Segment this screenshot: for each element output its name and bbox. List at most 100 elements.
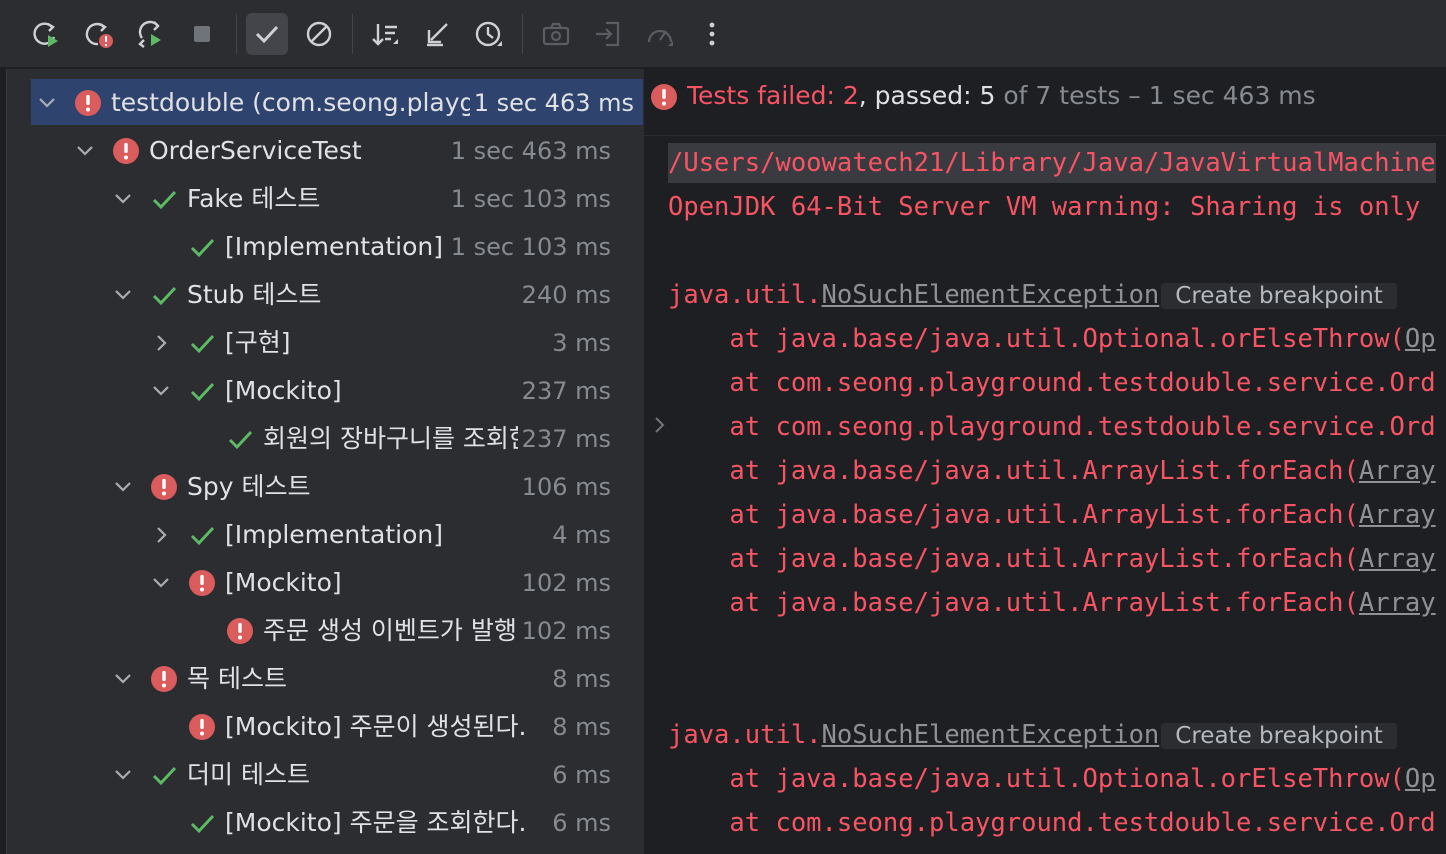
tree-row-duration: 1 sec 463 ms <box>446 134 611 168</box>
chevron-down-icon[interactable] <box>111 667 135 691</box>
sort-alphabetically-icon <box>372 24 398 46</box>
error-icon <box>188 569 216 597</box>
show-passed-button[interactable] <box>246 13 288 55</box>
chevron-down-icon[interactable] <box>111 763 135 787</box>
check-icon <box>188 233 216 261</box>
source-link[interactable]: Op <box>1405 764 1436 794</box>
tree-row-duration: 1 sec 103 ms <box>446 182 611 216</box>
tree-row-duration: 240 ms <box>517 278 611 312</box>
chevron-down-icon[interactable] <box>73 139 97 163</box>
more-options-button[interactable] <box>691 13 733 55</box>
exception-link[interactable]: NoSuchElementException <box>822 280 1160 310</box>
tree-row[interactable]: OrderServiceTest 1 sec 463 ms <box>7 127 644 175</box>
source-link[interactable]: Array <box>1359 456 1436 486</box>
import-tests-button[interactable] <box>587 13 629 55</box>
stack-trace-line: at java.base/java.util.Optional.orElseTh… <box>668 319 1436 359</box>
failed-label: Tests failed: <box>687 81 843 110</box>
test-runner-toolbar <box>0 0 1446 68</box>
tree-row-label: 회원의 장바구니를 조회한 <box>263 424 532 453</box>
tree-row[interactable]: 더미 테스트 6 ms <box>7 751 644 799</box>
chevron-down-icon[interactable] <box>111 475 135 499</box>
test-results-tree: testdouble (com.seong.playg 1 sec 463 ms O… <box>6 69 644 854</box>
tree-row-duration: 237 ms <box>517 374 611 408</box>
tree-row-label: 주문 생성 이벤트가 발행된 <box>263 616 540 645</box>
source-link[interactable]: Op <box>1405 324 1436 354</box>
tree-row-duration: 6 ms <box>548 806 611 840</box>
test-status-bar: Tests failed: 2, passed: 5 of 7 tests – … <box>644 69 1446 136</box>
stack-trace-text: at java.base/java.util.ArrayList.forEach… <box>668 500 1359 530</box>
tree-row[interactable]: Fake 테스트 1 sec 103 ms <box>7 175 644 223</box>
tree-row-duration: 3 ms <box>548 326 611 360</box>
tree-row[interactable]: [Implementation] 주문 1 sec 103 ms <box>7 223 644 271</box>
console-output: Tests failed: 2, passed: 5 of 7 tests – … <box>644 69 1446 854</box>
error-icon <box>112 137 140 165</box>
sort-by-duration-button[interactable] <box>468 13 510 55</box>
chevron-right-icon[interactable] <box>650 415 670 435</box>
speedometer-icon <box>647 29 673 46</box>
tree-row[interactable]: [Mockito] 102 ms <box>7 559 644 607</box>
tree-row[interactable]: testdouble (com.seong.playg 1 sec 463 ms <box>31 79 643 125</box>
tree-row-duration: 102 ms <box>517 566 611 600</box>
rerun-icon <box>33 22 58 47</box>
toggle-auto-test-button[interactable] <box>129 13 171 55</box>
profiler-button[interactable] <box>639 13 681 55</box>
camera-icon <box>542 22 570 46</box>
check-icon <box>188 329 216 357</box>
tree-row-duration: 1 sec 463 ms <box>469 86 634 120</box>
chevron-down-icon[interactable] <box>35 91 59 115</box>
show-ignored-button[interactable] <box>298 13 340 55</box>
check-icon <box>255 25 279 44</box>
rerun-failed-button[interactable] <box>77 13 119 55</box>
tree-row[interactable]: [Mockito] 237 ms <box>7 367 644 415</box>
collapse-all-button[interactable] <box>416 13 458 55</box>
console-warning-line: OpenJDK 64-Bit Server VM warning: Sharin… <box>668 192 1421 222</box>
tree-row-duration: 6 ms <box>548 758 611 792</box>
create-breakpoint-button[interactable]: Create breakpoint <box>1161 723 1397 749</box>
error-icon <box>226 617 254 645</box>
error-icon <box>150 665 178 693</box>
create-breakpoint-button[interactable]: Create breakpoint <box>1161 283 1397 309</box>
stack-trace-line: at com.seong.playground.testdouble.servi… <box>668 407 1435 447</box>
tree-row[interactable]: [구현] 3 ms <box>7 319 644 367</box>
tree-row[interactable]: Stub 테스트 240 ms <box>7 271 644 319</box>
source-link[interactable]: Array <box>1359 588 1436 618</box>
screenshot-button[interactable] <box>535 13 577 55</box>
stop-icon <box>194 26 210 42</box>
stack-trace-text: at java.base/java.util.Optional.orElseTh… <box>668 324 1405 354</box>
tree-row-duration: 8 ms <box>548 710 611 744</box>
exception-link[interactable]: NoSuchElementException <box>822 720 1160 750</box>
stop-button[interactable] <box>181 13 223 55</box>
passed-label: , passed: <box>858 81 980 110</box>
chevron-down-icon[interactable] <box>149 379 173 403</box>
check-icon <box>150 761 178 789</box>
check-icon <box>150 185 178 213</box>
check-icon <box>188 377 216 405</box>
sort-alphabetically-button[interactable] <box>364 13 406 55</box>
toggle-auto-test-icon <box>138 20 161 48</box>
chevron-right-icon[interactable] <box>149 331 173 355</box>
clock-icon <box>475 21 502 47</box>
tree-row-duration: 102 ms <box>517 614 611 648</box>
tree-row[interactable]: 회원의 장바구니를 조회한 237 ms <box>7 415 644 463</box>
tree-row-label: [Mockito] 주문을 조회한다. <box>225 808 527 837</box>
chevron-down-icon[interactable] <box>111 187 135 211</box>
tree-row[interactable]: [Mockito] 주문이 생성된다. 8 ms <box>7 703 644 751</box>
tree-row[interactable]: Spy 테스트 106 ms <box>7 463 644 511</box>
source-link[interactable]: Array <box>1359 544 1436 574</box>
tree-row-label: [Implementation] <box>225 520 444 549</box>
tree-row-label: 목 테스트 <box>187 664 287 693</box>
tree-row-duration: 237 ms <box>517 422 611 456</box>
source-link[interactable]: Array <box>1359 500 1436 530</box>
tree-row[interactable]: [Implementation] 4 ms <box>7 511 644 559</box>
tree-row[interactable]: 목 테스트 8 ms <box>7 655 644 703</box>
check-icon <box>188 809 216 837</box>
tree-row[interactable]: [Mockito] 주문을 조회한다. 6 ms <box>7 799 644 847</box>
chevron-right-icon[interactable] <box>149 523 173 547</box>
passed-count: 5 <box>979 81 996 110</box>
tree-row-label: testdouble (com.seong.playg <box>111 88 476 117</box>
tree-row[interactable]: 주문 생성 이벤트가 발행된 102 ms <box>7 607 644 655</box>
chevron-down-icon[interactable] <box>111 283 135 307</box>
chevron-down-icon[interactable] <box>149 571 173 595</box>
toolbar-separator <box>522 14 523 54</box>
rerun-button[interactable] <box>25 13 67 55</box>
